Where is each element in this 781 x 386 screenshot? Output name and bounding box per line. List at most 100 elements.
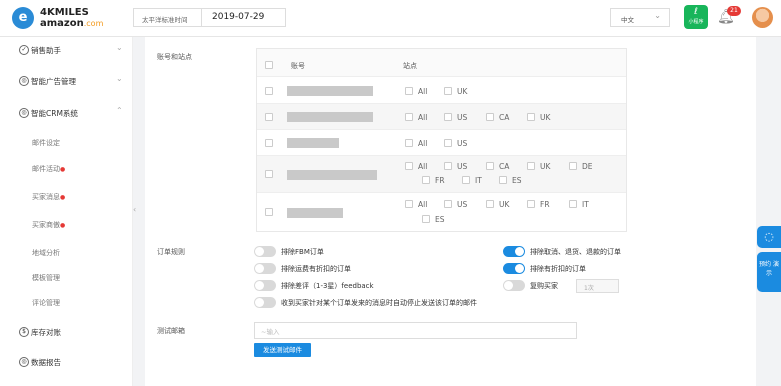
logo-text: 4KMILES [40, 7, 89, 18]
sidebar-item-label: 智能广告管理 [31, 77, 76, 86]
site-option[interactable]: IT [569, 200, 589, 209]
sidebar-subitem-buyer-messages[interactable]: 买家消息● [32, 192, 65, 202]
site-option[interactable]: US [444, 113, 467, 122]
account-name-redacted [287, 86, 373, 96]
sidebar-item-ad-management[interactable]: ◎ 智能广告管理 ⌄ [0, 68, 133, 94]
site-option[interactable]: ES [422, 215, 445, 224]
row-checkbox[interactable] [265, 87, 273, 95]
exclude-shipping-discount-label: 排除运费有折扣的订单 [281, 265, 351, 273]
site-option[interactable]: UK [486, 200, 509, 209]
sidebar-item-label: 销售助手 [31, 46, 61, 55]
site-option[interactable]: All [405, 162, 427, 171]
sidebar-subitem-buyer-reviews[interactable]: 买家商傲● [32, 220, 65, 230]
account-site-table: 账号 站点 All UK All US CA UK All US All US … [256, 48, 627, 232]
site-option[interactable]: UK [444, 87, 467, 96]
alert-dot-icon: ● [60, 194, 66, 201]
sidebar-subitem-template-management[interactable]: 模板管理 [32, 273, 60, 283]
sidebar-subitem-review-management[interactable]: 评论管理 [32, 298, 60, 308]
table-row: All US CA UK [257, 104, 626, 130]
sidebar-collapse-icon[interactable]: ‹ [133, 205, 139, 223]
select-all-checkbox[interactable] [265, 61, 273, 69]
exclude-fbm-toggle[interactable] [254, 246, 276, 257]
stop-on-message-toggle[interactable] [254, 297, 276, 308]
avatar[interactable] [752, 7, 773, 28]
alert-dot-icon: ● [60, 222, 66, 229]
report-icon: ◎ [19, 357, 29, 367]
site-option[interactable]: All [405, 200, 427, 209]
account-name-redacted [287, 138, 339, 148]
column-header-account: 账号 [291, 62, 305, 70]
exclude-discount-toggle[interactable] [503, 263, 525, 274]
site-option[interactable]: All [405, 113, 427, 122]
sidebar-item-inventory[interactable]: $ 库存对账 [0, 319, 133, 345]
exclude-negative-feedback-toggle[interactable] [254, 280, 276, 291]
table-row: All US [257, 130, 626, 156]
site-option[interactable]: UK [527, 113, 550, 122]
logo-text-amazon: amazon.com [40, 18, 104, 29]
exclude-cancel-return-toggle[interactable] [503, 246, 525, 257]
site-option[interactable]: FR [527, 200, 550, 209]
site-option[interactable]: US [444, 162, 467, 171]
test-email-input[interactable]: ~输入 [254, 322, 577, 339]
chevron-down-icon: ⌄ [116, 74, 123, 83]
site-option[interactable]: DE [569, 162, 593, 171]
account-section-label: 账号和站点 [157, 53, 192, 61]
exclude-fbm-label: 排除FBM订单 [281, 248, 324, 256]
table-row: All UK [257, 78, 626, 104]
order-rules-label: 订单规则 [157, 248, 185, 256]
row-checkbox[interactable] [265, 170, 273, 178]
sidebar-subitem-email-campaign[interactable]: 邮件活动● [32, 164, 65, 174]
row-checkbox[interactable] [265, 139, 273, 147]
table-row: All US UK FR IT ES [257, 193, 626, 231]
exclude-cancel-return-label: 排除取消、退货、退款的订单 [530, 248, 621, 256]
mini-program-button[interactable]: ℓ 小程序 [684, 5, 708, 29]
date-picker[interactable]: 2019-07-29 [201, 8, 286, 27]
site-option[interactable]: All [405, 87, 427, 96]
account-name-redacted [287, 112, 373, 122]
site-option[interactable]: US [444, 139, 467, 148]
language-select[interactable]: 中文 ⌄ [610, 8, 670, 27]
crm-icon: ◎ [19, 108, 29, 118]
alert-dot-icon: ● [60, 166, 66, 173]
book-demo-button[interactable]: 预约 演示 [757, 252, 781, 292]
site-option[interactable]: IT [462, 176, 482, 185]
sidebar: ✓ 销售助手 ⌄ ◎ 智能广告管理 ⌄ ◎ 智能CRM系统 ⌃ 邮件设定 邮件活… [0, 37, 133, 386]
send-test-email-button[interactable]: 发送测试邮件 [254, 343, 311, 357]
chat-icon[interactable]: ◌ [757, 226, 781, 248]
notification-badge: 21 [727, 6, 741, 16]
row-checkbox[interactable] [265, 113, 273, 121]
sidebar-item-sales-assistant[interactable]: ✓ 销售助手 ⌄ [0, 37, 133, 63]
table-row: All US CA UK DE FR IT ES [257, 156, 626, 193]
stop-on-message-label: 收到买家针对某个订单发来的消息时自动停止发送该订单的邮件 [281, 299, 477, 307]
table-header: 账号 站点 [257, 49, 626, 77]
site-option[interactable]: FR [422, 176, 445, 185]
chevron-down-icon: ⌄ [654, 11, 661, 20]
site-option[interactable]: US [444, 200, 467, 209]
sidebar-item-label: 数据报告 [31, 358, 61, 367]
sidebar-subitem-region-analysis[interactable]: 地域分析 [32, 248, 60, 258]
account-name-redacted [287, 208, 343, 218]
repeat-buyer-select[interactable]: 1次 [576, 279, 619, 293]
repeat-buyer-toggle[interactable] [503, 280, 525, 291]
sidebar-item-crm[interactable]: ◎ 智能CRM系统 ⌃ [0, 100, 133, 126]
test-email-label: 测试邮箱 [157, 327, 185, 335]
repeat-buyer-label: 复购买家 [530, 282, 558, 290]
logo-icon: e [12, 7, 34, 29]
chevron-up-icon: ⌃ [116, 106, 123, 115]
dollar-icon: $ [19, 327, 29, 337]
site-option[interactable]: CA [486, 113, 509, 122]
sidebar-subitem-email-settings[interactable]: 邮件设定 [32, 138, 60, 148]
sidebar-item-label: 库存对账 [31, 328, 61, 337]
check-circle-icon: ✓ [19, 45, 29, 55]
site-option[interactable]: UK [527, 162, 550, 171]
site-option[interactable]: CA [486, 162, 509, 171]
exclude-negative-feedback-label: 排除差评（1-3星）feedback [281, 282, 374, 290]
site-option[interactable]: All [405, 139, 427, 148]
sidebar-item-reports[interactable]: ◎ 数据报告 [0, 349, 133, 375]
chevron-down-icon: ⌄ [116, 43, 123, 52]
row-checkbox[interactable] [265, 208, 273, 216]
exclude-shipping-discount-toggle[interactable] [254, 263, 276, 274]
ad-icon: ◎ [19, 76, 29, 86]
site-option[interactable]: ES [499, 176, 522, 185]
column-header-site: 站点 [403, 62, 417, 70]
